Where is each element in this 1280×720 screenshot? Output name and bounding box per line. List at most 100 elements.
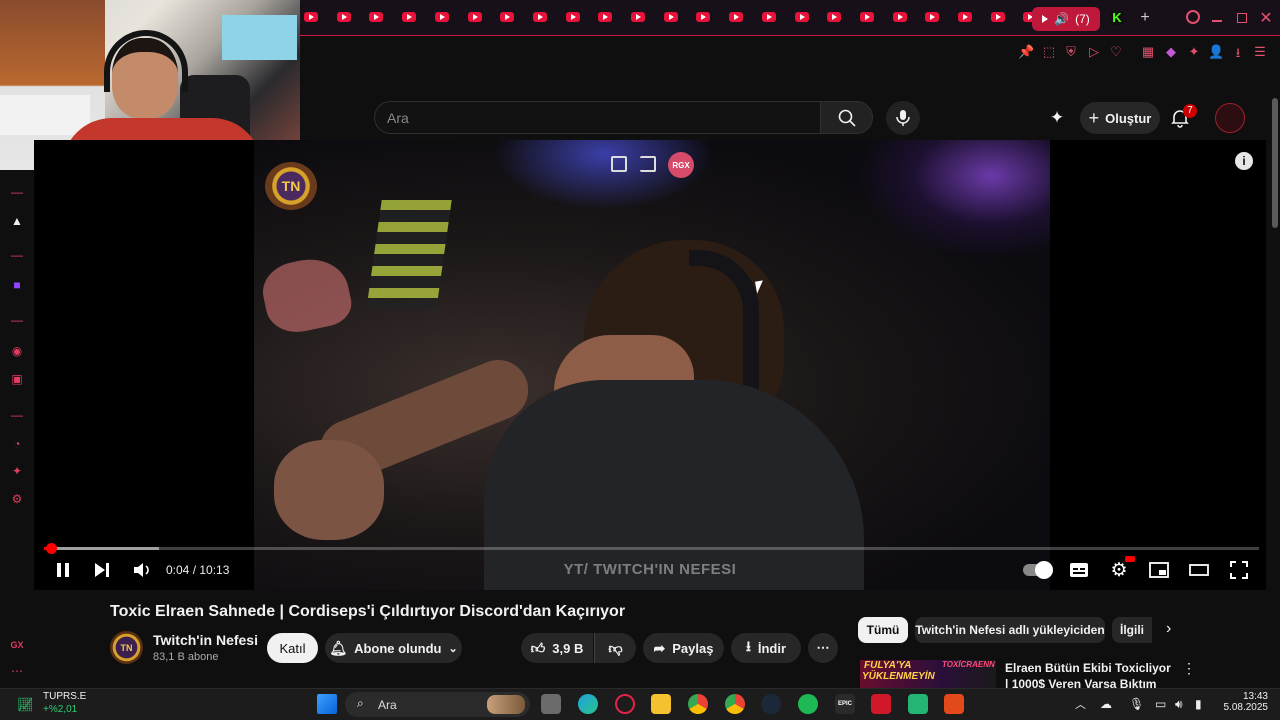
pin-icon[interactable]: 📌: [1018, 44, 1034, 60]
kick-tab[interactable]: K: [1110, 11, 1124, 25]
opera-gx-icon[interactable]: [615, 694, 635, 714]
browser-tab[interactable]: [825, 10, 843, 24]
close-icon[interactable]: ✕: [1258, 8, 1274, 27]
browser-tab[interactable]: [367, 10, 385, 24]
browser-tab[interactable]: [596, 10, 614, 24]
epic-games-icon[interactable]: EPIC: [835, 694, 855, 714]
windows-start-icon[interactable]: [317, 694, 337, 714]
theater-mode-button[interactable]: [1189, 560, 1209, 580]
chevron-up-icon[interactable]: ︿: [1075, 696, 1086, 712]
puzzle-icon[interactable]: ✦: [1186, 44, 1202, 60]
heart-icon[interactable]: ♡: [1108, 44, 1124, 60]
tray-battery-icon[interactable]: ▮: [1195, 697, 1202, 711]
menu-icon[interactable]: ☰: [1252, 44, 1268, 60]
like-button[interactable]: 👍︎ 3,9 B: [521, 633, 593, 663]
picture-in-picture-icon[interactable]: [611, 156, 627, 172]
browser-tab[interactable]: [989, 10, 1007, 24]
browser-tab[interactable]: [433, 10, 451, 24]
browser-tab[interactable]: [335, 10, 353, 24]
search-button[interactable]: [820, 101, 873, 134]
play-icon[interactable]: ▷: [1086, 44, 1102, 60]
download-icon[interactable]: ⭳: [1230, 44, 1246, 66]
browser-tab[interactable]: [466, 10, 484, 24]
browser-tab[interactable]: [956, 10, 974, 24]
wallet-icon[interactable]: ▣: [9, 372, 25, 388]
ea-app-icon[interactable]: [944, 694, 964, 714]
browser-tab[interactable]: [891, 10, 909, 24]
subscribed-button[interactable]: 🔔︎ Abone olundu ⌄: [325, 633, 462, 663]
chip-all[interactable]: Tümü: [858, 617, 908, 643]
browser-tab[interactable]: [302, 10, 320, 24]
shield-icon[interactable]: ⛨: [1063, 44, 1079, 60]
browser-tab[interactable]: [760, 10, 778, 24]
snapshot-icon[interactable]: ⬚: [1041, 44, 1057, 60]
browser-tab[interactable]: [400, 10, 418, 24]
extensions-icon[interactable]: ✦: [9, 464, 25, 480]
profile-icon[interactable]: 👤: [1208, 44, 1224, 60]
extension-grid-icon[interactable]: ▦: [1140, 44, 1156, 60]
tray-app-icon[interactable]: ☁: [1100, 697, 1112, 711]
voice-search-button[interactable]: [886, 101, 920, 135]
create-button[interactable]: + Oluştur: [1080, 102, 1160, 134]
player-icon[interactable]: ◉: [9, 344, 25, 360]
red-app-icon[interactable]: [871, 694, 891, 714]
fullscreen-button[interactable]: [1229, 560, 1249, 580]
more-icon[interactable]: ⋯: [9, 664, 25, 680]
browser-tab[interactable]: [531, 10, 549, 24]
settings-icon[interactable]: ⚙: [9, 492, 25, 508]
gx-label[interactable]: GX: [9, 640, 25, 656]
share-button[interactable]: ➦ Paylaş: [643, 633, 724, 663]
channel-watermark[interactable]: TN: [265, 162, 317, 210]
taskbar-clock[interactable]: 13:43 5.08.2025: [1214, 691, 1269, 717]
browser-tab[interactable]: [564, 10, 582, 24]
download-button[interactable]: ⭳ İndir: [731, 633, 801, 663]
exit-icon[interactable]: [640, 156, 656, 172]
chrome-icon[interactable]: [688, 694, 708, 714]
pause-button[interactable]: [54, 560, 72, 580]
channel-name[interactable]: Twitch'in Nefesi: [153, 632, 258, 648]
stock-widget[interactable]: 📈︎ TUPRS.E +%2,01: [17, 691, 87, 717]
search-input[interactable]: Ara: [374, 101, 820, 134]
account-avatar[interactable]: [1215, 103, 1245, 133]
miniplayer-button[interactable]: [1149, 560, 1169, 580]
browser-tab[interactable]: [858, 10, 876, 24]
rgx-badge[interactable]: RGX: [668, 152, 694, 178]
tray-mic-icon[interactable]: 🎙︎: [1129, 697, 1144, 711]
restore-icon[interactable]: [1237, 13, 1247, 23]
history-icon[interactable]: ◔: [9, 437, 25, 453]
steam-icon[interactable]: [761, 694, 781, 714]
tray-volume-icon[interactable]: 🔊︎: [1175, 697, 1183, 712]
browser-tab[interactable]: [694, 10, 712, 24]
aria-icon[interactable]: ▲: [9, 214, 25, 230]
recommendation-title[interactable]: Elraen Bütün Ekibi Toxicliyor | 1000$ Ve…: [1005, 660, 1175, 688]
recommendation-menu-icon[interactable]: ⋮: [1182, 660, 1196, 677]
recommendation-thumbnail[interactable]: FULYA'YA YÜKLENMEYİN TOXİCRAENN: [860, 660, 996, 688]
browser-tab[interactable]: [793, 10, 811, 24]
minimize-icon[interactable]: [1212, 20, 1222, 22]
tray-display-icon[interactable]: ▭: [1155, 697, 1166, 711]
chevron-right-icon[interactable]: ›: [1166, 620, 1171, 638]
subtitles-button[interactable]: [1069, 560, 1089, 580]
edge-icon[interactable]: [578, 694, 598, 714]
task-view-icon[interactable]: [541, 694, 561, 714]
file-explorer-icon[interactable]: [651, 694, 671, 714]
taskbar-search[interactable]: ⌕ Ara: [345, 692, 530, 717]
extension-purple-icon[interactable]: ◆: [1163, 44, 1179, 60]
channel-avatar[interactable]: TN: [110, 631, 143, 664]
active-tab[interactable]: 🔊 (7): [1032, 7, 1100, 31]
new-tab-button[interactable]: +: [1138, 9, 1152, 27]
next-button[interactable]: [93, 560, 111, 580]
chip-uploader[interactable]: Twitch'in Nefesi adlı yükleyiciden: [915, 617, 1105, 643]
settings-button[interactable]: ⚙: [1109, 556, 1135, 581]
volume-button[interactable]: [132, 560, 152, 580]
browser-tab[interactable]: [629, 10, 647, 24]
browser-tab[interactable]: [727, 10, 745, 24]
progress-bar[interactable]: [44, 547, 1259, 550]
chrome-profile-icon[interactable]: [725, 694, 745, 714]
spotify-icon[interactable]: [798, 694, 818, 714]
browser-tab[interactable]: [662, 10, 680, 24]
browser-tab[interactable]: [923, 10, 941, 24]
page-scrollbar[interactable]: [1272, 98, 1278, 228]
join-button[interactable]: Katıl: [267, 633, 318, 663]
discord-like-icon[interactable]: [908, 694, 928, 714]
